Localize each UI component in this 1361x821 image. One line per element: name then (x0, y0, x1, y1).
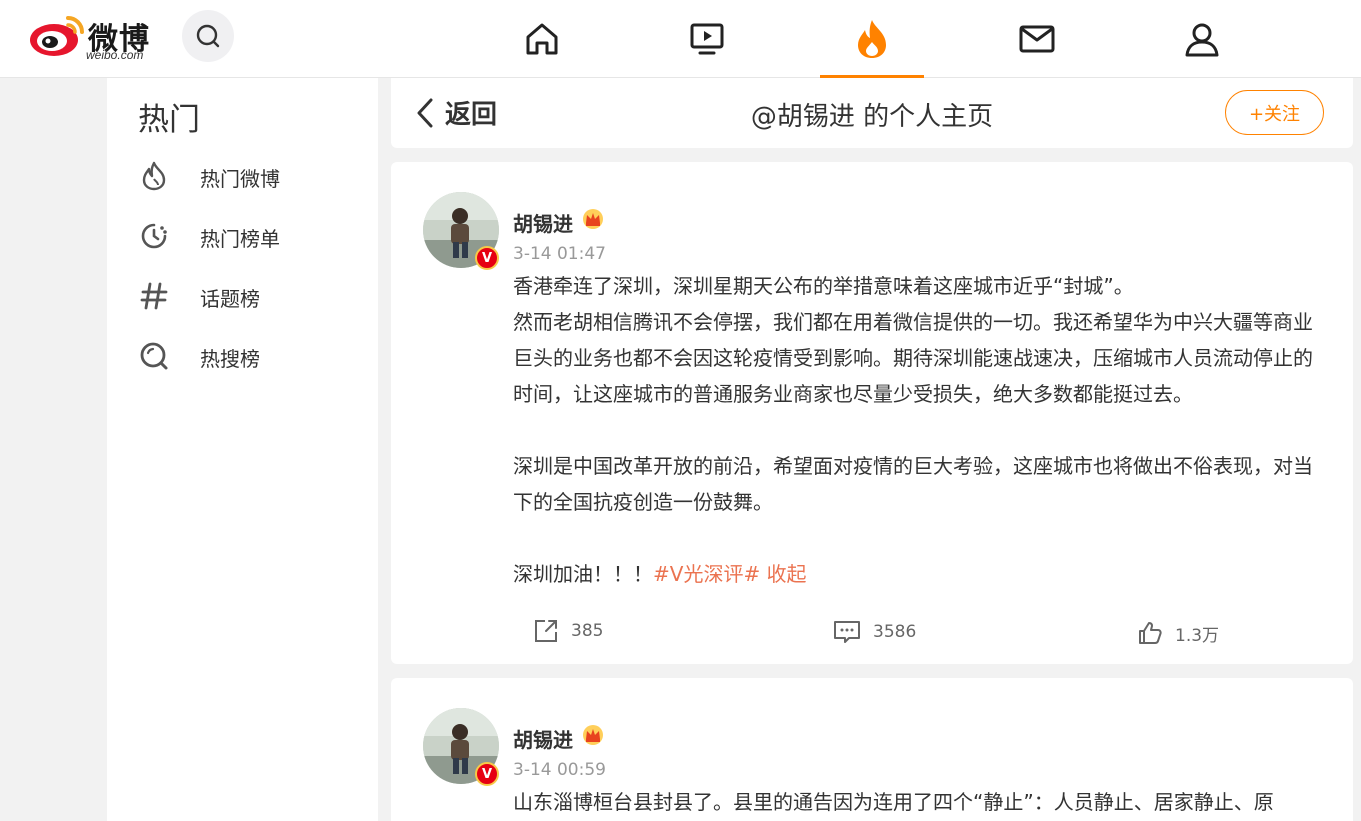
nav-video[interactable] (655, 0, 759, 78)
chevron-left-icon (417, 98, 433, 127)
nav-home[interactable] (490, 0, 594, 78)
search-icon (196, 24, 220, 48)
sidebar-item-label: 热门榜单 (200, 227, 280, 251)
crown-icon (583, 209, 603, 229)
post-paragraph: 香港牵连了深圳，深圳星期天公布的举措意味着这座城市近乎“封城”。 (513, 274, 1134, 298)
sidebar-item-label: 热搜榜 (200, 347, 260, 371)
flame-icon (142, 161, 166, 191)
repost-icon (535, 620, 557, 642)
weibo-eye-icon (30, 16, 84, 56)
back-button[interactable]: 返回 (415, 94, 497, 131)
sidebar-item-hot-weibo[interactable]: 热门微博 (107, 151, 378, 199)
page-title: @胡锡进 的个人主页 (750, 102, 994, 132)
home-icon (526, 23, 558, 55)
top-bar: 微博 weibo.com (0, 0, 1361, 78)
sidebar-item-label: 热门微博 (200, 167, 280, 191)
fire-icon (858, 20, 886, 58)
post-paragraph: 山东淄博桓台县封县了。县里的通告因为连用了四个“静止”：人员静止、居家静止、原 (513, 790, 1274, 814)
post-content: 山东淄博桓台县封县了。县里的通告因为连用了四个“静止”：人员静止、居家静止、原 (513, 784, 1323, 820)
comment-icon (834, 621, 860, 643)
sidebar-item-hot-search[interactable]: 热搜榜 (107, 331, 378, 379)
post-paragraph: 深圳是中国改革开放的前沿，希望面对疫情的巨大考验，这座城市也将做出不俗表现，对当… (513, 454, 1313, 514)
like-button[interactable]: 1.3万 (1137, 620, 1219, 646)
repost-count: 385 (571, 621, 604, 641)
hashtag-icon (140, 282, 168, 310)
sidebar: 热门 热门微博 热门榜单 话题榜 热搜榜 (107, 78, 378, 821)
nav-hot[interactable] (820, 0, 924, 78)
like-count: 1.3万 (1175, 625, 1220, 646)
weibo-logo[interactable]: 微博 weibo.com (28, 8, 168, 62)
sidebar-item-hot-list[interactable]: 热门榜单 (107, 211, 378, 259)
post-time: 3-14 00:59 (513, 760, 606, 780)
nav-messages[interactable] (985, 0, 1089, 78)
post-content: 香港牵连了深圳，深圳星期天公布的举措意味着这座城市近乎“封城”。 然而老胡相信腾… (513, 268, 1323, 592)
comment-button[interactable]: 3586 (833, 620, 916, 644)
verified-badge: V (475, 762, 499, 786)
sidebar-item-topics[interactable]: 话题榜 (107, 271, 378, 319)
video-icon (690, 23, 724, 55)
post-card: V 胡锡进 3-14 01:47 香港牵连了深圳，深圳星期天公布的举措意味着这座… (391, 162, 1353, 664)
verified-badge: V (475, 246, 499, 270)
post-author[interactable]: 胡锡进 (513, 724, 573, 753)
crown-icon (583, 725, 603, 745)
post-time: 3-14 01:47 (513, 244, 606, 264)
topic-link[interactable]: #V光深评# (653, 562, 760, 586)
nav-profile[interactable] (1150, 0, 1254, 78)
repost-button[interactable]: 385 (533, 618, 603, 644)
user-icon (1185, 23, 1219, 57)
thumbs-up-icon (1139, 622, 1162, 644)
follow-button[interactable]: +关注 (1225, 90, 1324, 135)
post-closing-text: 深圳加油！！！ (513, 562, 653, 586)
search-button[interactable] (182, 10, 234, 62)
sidebar-item-label: 话题榜 (200, 287, 260, 311)
sidebar-title: 热门 (138, 102, 200, 138)
search-ring-icon (140, 342, 168, 370)
post-author[interactable]: 胡锡进 (513, 208, 573, 237)
profile-header: 返回 @胡锡进 的个人主页 +关注 (391, 78, 1353, 148)
post-paragraph: 深圳加油！！！#V光深评# 收起 (513, 556, 1323, 592)
collapse-link[interactable]: 收起 (767, 562, 807, 586)
back-label: 返回 (445, 100, 498, 130)
post-paragraph: 然而老胡相信腾讯不会停摆，我们都在用着微信提供的一切。我还希望华为中兴大疆等商业… (513, 310, 1313, 406)
logo-subtext: weibo.com (86, 48, 144, 62)
clock-icon (141, 223, 167, 249)
mail-icon (1019, 25, 1055, 53)
post-card: V 胡锡进 3-14 00:59 山东淄博桓台县封县了。县里的通告因为连用了四个… (391, 678, 1353, 821)
comment-count: 3586 (873, 622, 917, 642)
